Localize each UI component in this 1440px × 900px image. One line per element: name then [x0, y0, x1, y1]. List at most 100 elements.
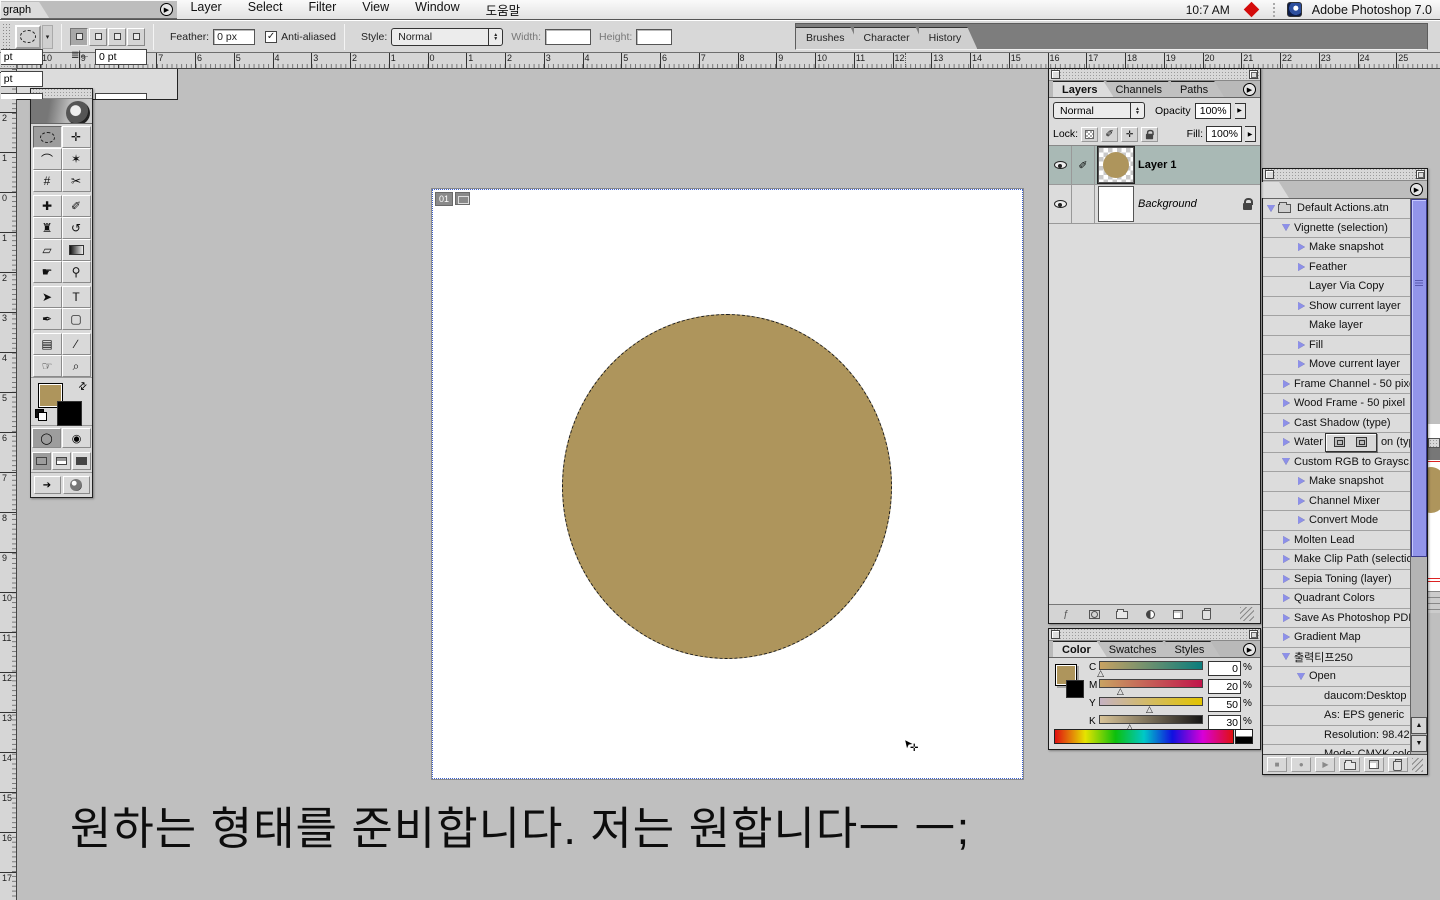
slider-gradient-bar[interactable]: [1099, 679, 1203, 688]
menu-item-도움말[interactable]: 도움말: [486, 0, 521, 19]
lock-transparency-button[interactable]: [1081, 127, 1098, 142]
notes-tool[interactable]: ▤: [33, 333, 62, 355]
action-row[interactable]: Move current layer: [1263, 355, 1410, 375]
clone-stamp-tool[interactable]: ♜: [33, 217, 62, 239]
new-selection-button[interactable]: [70, 28, 88, 46]
swap-colors-icon[interactable]: ⇄: [76, 380, 90, 394]
disclosure-closed-icon[interactable]: [1280, 399, 1292, 407]
width-input[interactable]: [545, 29, 591, 45]
lasso-tool[interactable]: ⌒: [33, 148, 62, 170]
action-row[interactable]: Make snapshot: [1263, 238, 1410, 258]
disclosure-open-icon[interactable]: [1280, 653, 1292, 660]
feather-input[interactable]: 0 px: [213, 29, 255, 45]
action-row[interactable]: Sepia Toning (layer): [1263, 570, 1410, 590]
windowshade-box[interactable]: [1249, 70, 1258, 79]
action-row[interactable]: Open: [1263, 667, 1410, 687]
disclosure-closed-icon[interactable]: [1295, 477, 1307, 485]
visibility-toggle[interactable]: [1049, 146, 1072, 184]
scroll-down-button[interactable]: ▼: [1411, 735, 1427, 752]
layer-row[interactable]: Background: [1049, 185, 1260, 224]
new-action-button[interactable]: [1364, 757, 1384, 772]
hand-tool[interactable]: ☞: [33, 355, 62, 377]
disclosure-closed-icon[interactable]: [1280, 633, 1292, 641]
fill-slider-button[interactable]: ▶: [1245, 126, 1256, 142]
paragraph-menu-button[interactable]: ▶: [160, 3, 173, 16]
tool-preset-button[interactable]: [15, 25, 41, 49]
action-row[interactable]: Gradient Map: [1263, 628, 1410, 648]
slice-tool[interactable]: ✂: [62, 170, 91, 192]
slider-value-input[interactable]: 0: [1208, 661, 1241, 676]
adjustment-layer-button[interactable]: [1139, 607, 1161, 621]
eraser-tool[interactable]: ▱: [33, 239, 62, 261]
disclosure-closed-icon[interactable]: [1280, 419, 1292, 427]
new-layer-button[interactable]: [1167, 607, 1189, 621]
gradient-tool[interactable]: [62, 239, 91, 261]
stepper-icon[interactable]: ▲▼: [488, 29, 502, 45]
slider-value-input[interactable]: 50: [1208, 697, 1241, 712]
document-canvas[interactable]: 01: [431, 188, 1024, 780]
opacity-value[interactable]: 100%: [1195, 103, 1231, 119]
tab-color[interactable]: Color: [1053, 641, 1107, 657]
action-row[interactable]: Wood Frame - 50 pixel: [1263, 394, 1410, 414]
disclosure-closed-icon[interactable]: [1280, 614, 1292, 622]
delete-layer-button[interactable]: [1195, 607, 1217, 621]
options-bar-grip[interactable]: [2, 23, 11, 50]
windowshade-box[interactable]: [1416, 170, 1425, 179]
disclosure-open-icon[interactable]: [1280, 224, 1292, 231]
menu-item-filter[interactable]: Filter: [308, 0, 336, 19]
record-button[interactable]: ●: [1291, 757, 1311, 772]
slider-value-input[interactable]: 20: [1208, 679, 1241, 694]
opacity-slider-button[interactable]: ▶: [1235, 103, 1246, 119]
layer-thumbnail[interactable]: [1098, 147, 1134, 183]
slider-bar-wrap[interactable]: △: [1099, 661, 1203, 679]
pen-tool[interactable]: ✒: [33, 308, 62, 330]
color-spectrum-bar[interactable]: [1054, 729, 1234, 744]
actions-menu-button[interactable]: ▶: [1410, 183, 1423, 196]
zoom-tool[interactable]: ⌕: [62, 355, 91, 377]
fullscreen-button[interactable]: [72, 452, 91, 470]
action-row[interactable]: As: EPS generic: [1263, 706, 1410, 726]
action-row[interactable]: Make Clip Path (selectio...: [1263, 550, 1410, 570]
disclosure-closed-icon[interactable]: [1295, 360, 1307, 368]
scrollbar-thumb[interactable]: [1411, 199, 1427, 557]
play-button[interactable]: ▶: [1315, 757, 1335, 772]
close-box[interactable]: [1051, 630, 1060, 639]
action-row[interactable]: Frame Channel - 50 pixel: [1263, 375, 1410, 395]
smudge-tool[interactable]: ☛: [33, 261, 62, 283]
subtract-from-selection-button[interactable]: [108, 28, 126, 46]
layer-style-button[interactable]: ƒ: [1055, 607, 1077, 621]
photoshop-banner[interactable]: [31, 99, 92, 124]
action-row[interactable]: Molten Lead: [1263, 531, 1410, 551]
slider-gradient-bar[interactable]: [1099, 661, 1203, 670]
standard-screen-button[interactable]: [32, 452, 51, 470]
actions-drag-bar[interactable]: [1263, 169, 1427, 181]
space-after-input[interactable]: [95, 93, 147, 100]
imageready-logo-icon[interactable]: [63, 476, 90, 494]
slider-marker[interactable]: △: [1117, 687, 1124, 696]
action-row[interactable]: Resolution: 98.425 ...: [1263, 726, 1410, 746]
circle-selection[interactable]: [562, 314, 892, 659]
fullscreen-menubar-button[interactable]: [52, 452, 71, 470]
indent-right-input[interactable]: 0 pt: [95, 49, 147, 65]
tab-paragraph[interactable]: graph: [1, 2, 49, 18]
layers-drag-bar[interactable]: [1049, 69, 1260, 81]
tab-layers[interactable]: Layers: [1053, 81, 1113, 97]
ruler-top[interactable]: 1098765432101234567891011121314151617181…: [17, 53, 1440, 69]
action-row[interactable]: 출력티프250: [1263, 648, 1410, 668]
actions-scrollbar[interactable]: ▲ ▼: [1410, 199, 1427, 754]
action-row[interactable]: Fill: [1263, 336, 1410, 356]
disclosure-open-icon[interactable]: [1265, 205, 1277, 212]
indent-first-line-input[interactable]: 0 pt: [0, 71, 43, 87]
well-tab-history[interactable]: History: [919, 27, 978, 49]
delete-button[interactable]: [1388, 757, 1408, 772]
disclosure-open-icon[interactable]: [1280, 458, 1292, 465]
slider-bar-wrap[interactable]: △: [1099, 697, 1203, 715]
action-row[interactable]: Custom RGB to Graysc...: [1263, 453, 1410, 473]
brush-tool[interactable]: ✐: [62, 195, 91, 217]
history-brush-tool[interactable]: ↺: [62, 217, 91, 239]
disclosure-closed-icon[interactable]: [1295, 497, 1307, 505]
crop-tool[interactable]: #: [33, 170, 62, 192]
ruler-left[interactable]: 32101234567891011121314151617: [0, 69, 17, 900]
action-row[interactable]: Make snapshot: [1263, 472, 1410, 492]
height-input[interactable]: [636, 29, 672, 45]
